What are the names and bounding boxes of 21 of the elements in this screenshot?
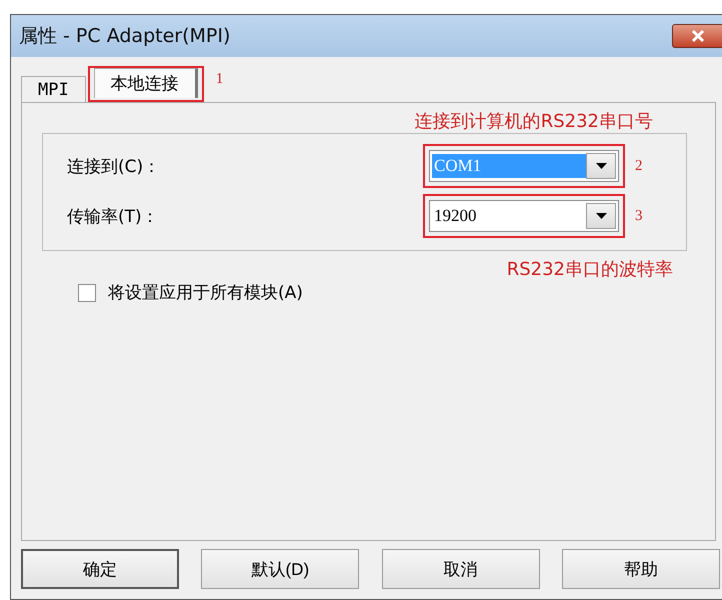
field-label: 连接到(C)： xyxy=(67,156,162,178)
dialog-button[interactable]: 默认(D) xyxy=(201,549,360,589)
annotation-number: 3 xyxy=(635,208,642,224)
tab[interactable]: MPI xyxy=(21,76,86,102)
annotation-note: RS232串口的波特率 xyxy=(506,258,673,281)
dialog-button[interactable]: 帮助 xyxy=(562,549,720,589)
field-label: 传输率(T)： xyxy=(67,206,160,228)
dialog-button[interactable]: 取消 xyxy=(382,549,540,589)
annotation-note: 连接到计算机的RS232串口号 xyxy=(414,110,653,133)
dropdown-arrow-icon xyxy=(596,213,606,219)
annotation-number: 2 xyxy=(635,158,642,174)
window-title: 属性 - PC Adapter(MPI) xyxy=(19,24,230,49)
close-icon xyxy=(690,29,706,43)
close-button[interactable] xyxy=(672,24,722,48)
checkbox-label: 将设置应用于所有模块(A) xyxy=(108,282,303,304)
dialog-button[interactable]: 确定 xyxy=(21,549,179,589)
dropdown-arrow-icon xyxy=(596,163,606,169)
checkbox[interactable] xyxy=(78,284,96,302)
annotation-number: 1 xyxy=(216,71,224,88)
dropdown[interactable]: 19200 xyxy=(429,200,619,232)
tab[interactable]: 本地连接 xyxy=(94,68,198,98)
